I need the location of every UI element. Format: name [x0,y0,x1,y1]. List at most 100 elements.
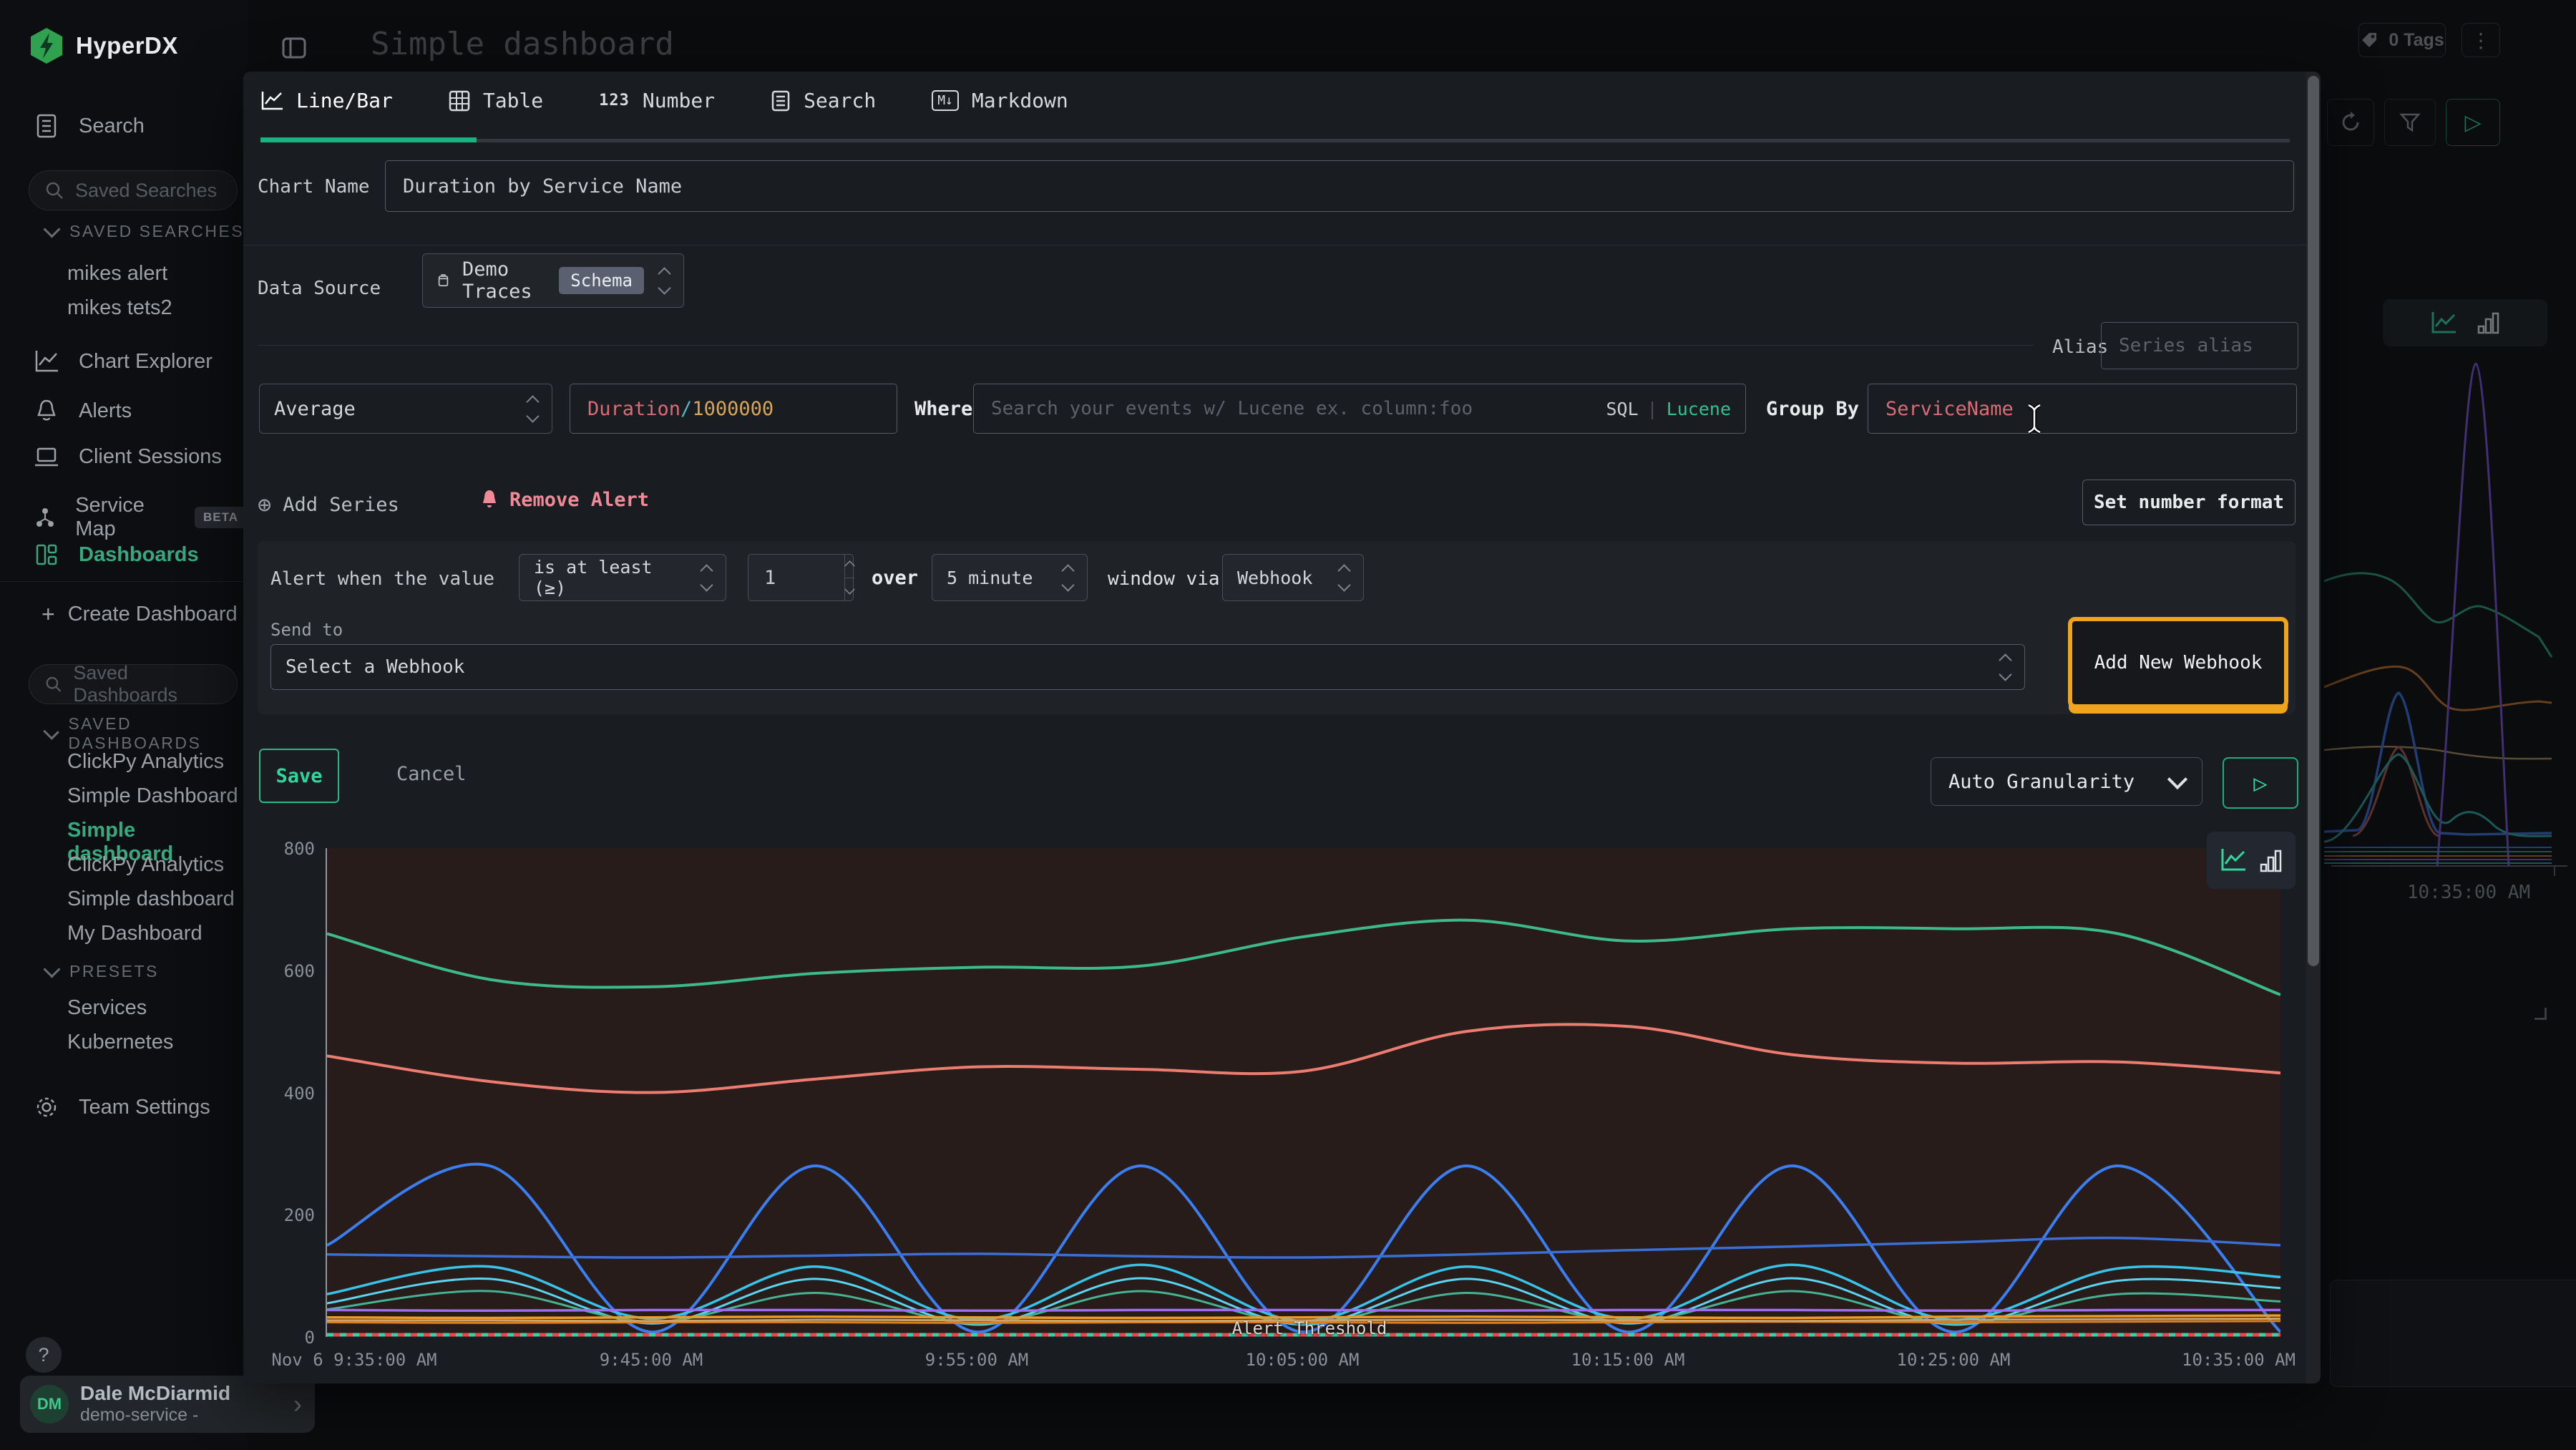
dashboard-item[interactable]: Simple Dashboard [67,784,238,808]
tab-table[interactable]: Table [449,89,543,112]
saved-dashboards-header[interactable]: SAVED DASHBOARDS [46,714,247,753]
modal-scrollbar[interactable] [2306,72,2321,1383]
sql-toggle[interactable]: SQL [1606,399,1638,419]
text-cursor [2025,402,2044,435]
dashboard-item[interactable]: ClickPy Analytics [67,853,224,877]
group-by-value[interactable] [1868,398,2296,420]
chart-name-input[interactable] [385,160,2294,212]
chart-type-tabs: Line/Bar Table 123 Number Search M↓ Mark… [260,89,1068,112]
sidebar-item-client-sessions[interactable]: Client Sessions [33,445,222,469]
cancel-button[interactable]: Cancel [396,763,467,785]
list-search-icon [33,113,60,139]
preset-item[interactable]: Services [67,996,147,1020]
preview-chart-plot[interactable] [326,848,2280,1337]
series-line-blue [327,1238,2280,1257]
preview-run-button[interactable]: ▷ [2223,757,2298,809]
alert-value-input[interactable] [748,554,854,601]
tab-search[interactable]: Search [771,89,876,112]
saved-search-item[interactable]: mikes alert [67,262,167,286]
sidebar-item-service-map[interactable]: Service Map BETA [33,494,247,541]
add-new-webhook-button[interactable]: Add New Webhook [2068,617,2288,709]
dashboard-item[interactable]: Simple dashboard [67,887,235,911]
dashboard-item[interactable]: My Dashboard [67,922,203,945]
sidebar-item-search[interactable]: Search [33,113,145,139]
add-series-label: Add Series [283,494,399,516]
chart-type-toggle[interactable] [2383,299,2547,346]
where-label: Where [914,398,972,420]
sidebar-item-alerts[interactable]: Alerts [33,398,132,424]
select-chevrons-icon [2001,656,2010,679]
sidebar: HyperDX Search Saved Searches SAVED SEAR… [0,0,247,1450]
select-chevrons-icon [702,566,711,590]
granularity-select[interactable]: Auto Granularity [1931,757,2202,806]
presets-header[interactable]: PRESETS [46,962,159,981]
tab-number[interactable]: 123 Number [599,89,715,112]
save-button[interactable]: Save [259,749,339,803]
user-card[interactable]: DM Dale McDiarmid demo-service - › [20,1376,315,1433]
field-name: Duration [587,398,680,420]
laptop-icon [33,446,60,469]
number-stepper[interactable] [844,555,854,600]
alert-threshold-label: Alert Threshold [1195,1318,1424,1338]
sidebar-item-dashboards[interactable]: Dashboards [33,542,199,567]
sidebar-item-label: Service Map [75,494,176,541]
alert-condition-select[interactable]: is at least (≥) [519,554,726,601]
add-series-button[interactable]: ⊕ Add Series [258,491,399,518]
lucene-toggle[interactable]: Lucene [1667,399,1731,419]
line-chart-icon [2430,311,2457,335]
group-by-input[interactable] [1868,384,2297,434]
tab-underline-active [260,137,477,142]
where-input[interactable]: SQL | Lucene [973,384,1746,434]
webhook-select[interactable]: Select a Webhook [270,644,2025,690]
alert-value[interactable] [748,567,844,589]
y-tick-label: 200 [249,1205,315,1225]
remove-alert-button[interactable]: Remove Alert [479,488,649,511]
sidebar-collapse-button[interactable] [279,33,309,63]
scrollbar-thumb[interactable] [2308,76,2319,966]
bell-icon [479,488,499,511]
chart-type-toggle[interactable] [2207,832,2296,889]
aggregation-select[interactable]: Average [259,384,552,434]
background-panel [2330,1280,2576,1387]
x-tick-label: 9:45:00 AM [558,1350,744,1370]
markdown-icon: M↓ [932,90,959,111]
alert-window-select[interactable]: 5 minute [932,554,1088,601]
saved-dashboards-input[interactable]: Saved Dashboards [29,664,238,704]
sidebar-item-chart-explorer[interactable]: Chart Explorer [33,349,213,374]
x-tick-label: 10:15:00 AM [1535,1350,1721,1370]
dashboard-item[interactable]: ClickPy Analytics [67,750,224,774]
schema-badge[interactable]: Schema [559,267,644,294]
series-line-salmon [327,1024,2280,1092]
table-icon [449,90,470,112]
bar-chart-icon [2476,311,2500,335]
alert-channel-select[interactable]: Webhook [1222,554,1364,601]
where-placeholder[interactable] [974,398,1606,419]
create-dashboard-button[interactable]: + Create Dashboard [42,601,238,628]
background-x-axis-label: 10:35:00 AM [2383,882,2555,903]
chart-editor-modal: Line/Bar Table 123 Number Search M↓ Mark… [243,72,2321,1383]
sidebar-item-label: Dashboards [79,543,199,567]
chart-name-value[interactable] [386,175,2293,198]
set-number-format-button[interactable]: Set number format [2082,480,2296,525]
y-tick-label: 0 [249,1328,315,1348]
tab-markdown[interactable]: M↓ Markdown [932,89,1068,112]
saved-searches-header[interactable]: SAVED SEARCHES [46,222,244,241]
alias-input[interactable] [2101,322,2298,369]
alias-placeholder[interactable] [2102,335,2298,356]
tab-line-bar[interactable]: Line/Bar [260,89,393,112]
help-button[interactable]: ? [26,1337,62,1373]
saved-search-item[interactable]: mikes tets2 [67,296,172,320]
search-icon [45,675,62,694]
send-to-label: Send to [270,620,343,640]
brand-logo[interactable]: HyperDX [30,27,178,64]
field-expression-input[interactable]: Duration/1000000 [570,384,897,434]
x-tick-label: Nov 6 9:35:00 AM [243,1350,476,1370]
plus-icon: + [42,601,55,628]
data-source-select[interactable]: Demo Traces Schema [422,253,684,308]
preset-item[interactable]: Kubernetes [67,1031,173,1054]
sidebar-item-team-settings[interactable]: Team Settings [33,1095,210,1119]
alert-config-panel: Alert when the value is at least (≥) ove… [258,541,2296,714]
resize-handle[interactable] [2534,1008,2547,1020]
saved-searches-input[interactable]: Saved Searches [29,170,238,210]
line-chart-icon [260,90,283,112]
